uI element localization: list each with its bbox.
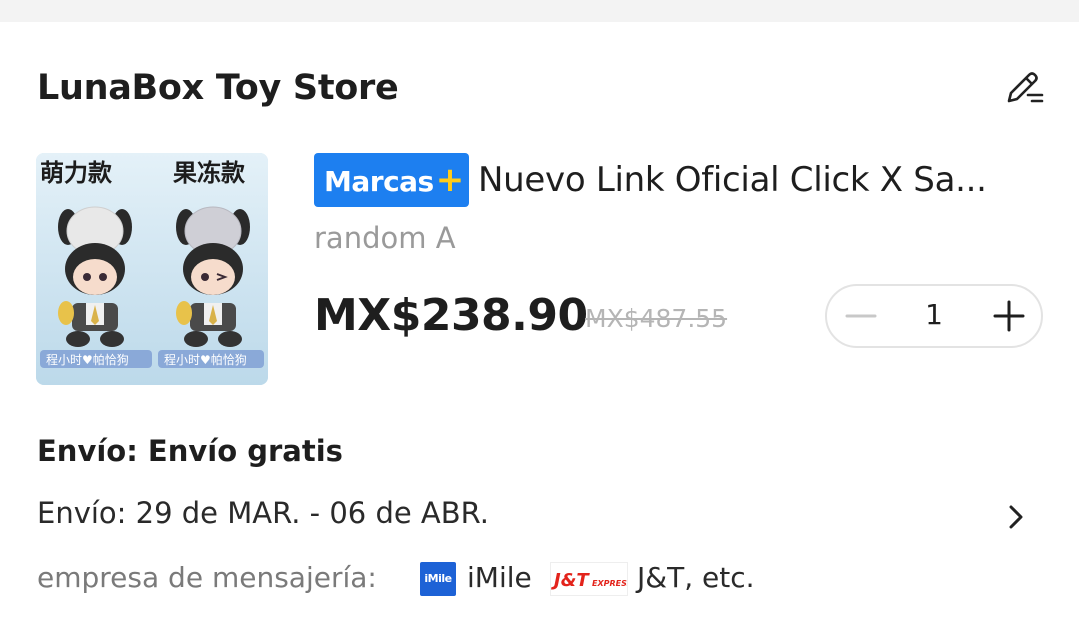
image-caption-right: 程小时♥帕恰狗 [164, 352, 247, 367]
jt-express-logo-art: J&T EXPRESS [551, 570, 633, 591]
shipping-details-button[interactable] [1002, 502, 1030, 532]
product-price: MX$238.90 [314, 290, 588, 341]
carrier-label: empresa de mensajería: [37, 561, 377, 594]
brand-badge-plus: + [435, 160, 465, 200]
brand-badge: Marcas+ [314, 153, 469, 207]
product-title[interactable]: Nuevo Link Oficial Click X Sa... [478, 160, 1038, 200]
imile-logo: iMile [420, 562, 456, 596]
shipping-date[interactable]: Envío: 29 de MAR. - 06 de ABR. [37, 496, 489, 530]
imile-logo-text: iMile [424, 572, 452, 585]
carrier-jt: J&T, etc. [637, 561, 755, 594]
jt-logo-sub: EXPRESS [592, 579, 627, 588]
minus-icon [845, 314, 877, 318]
decrease-quantity-button[interactable] [841, 296, 881, 336]
quantity-value[interactable]: 1 [901, 298, 967, 331]
plus-icon [993, 300, 1025, 332]
store-name[interactable]: LunaBox Toy Store [37, 68, 399, 108]
jt-logo-text: J&T [551, 570, 590, 591]
image-label-right: 果冻款 [173, 159, 246, 187]
image-caption-left: 程小时♥帕恰狗 [46, 352, 129, 367]
shipping-title: Envío: Envío gratis [37, 434, 343, 468]
carrier-imile: iMile [467, 561, 532, 594]
product-variant[interactable]: random A [314, 221, 456, 255]
jt-express-logo: J&T EXPRESS [550, 562, 633, 596]
increase-quantity-button[interactable] [989, 296, 1029, 336]
chevron-right-icon [1009, 505, 1023, 529]
cart-item-card: LunaBox Toy Store 萌力款 果冻款 程小时♥帕恰狗 程小时♥帕恰… [0, 22, 1079, 639]
image-label-left: 萌力款 [40, 159, 113, 187]
quantity-stepper: 1 [825, 284, 1043, 348]
product-image[interactable]: 萌力款 果冻款 程小时♥帕恰狗 程小时♥帕恰狗 [36, 153, 268, 385]
edit-button[interactable] [1000, 66, 1046, 112]
product-image-art: 萌力款 果冻款 程小时♥帕恰狗 程小时♥帕恰狗 [36, 153, 268, 385]
brand-badge-label: Marcas [324, 165, 434, 198]
edit-icon [1007, 72, 1044, 103]
original-price: MX$487.55 [585, 304, 728, 333]
